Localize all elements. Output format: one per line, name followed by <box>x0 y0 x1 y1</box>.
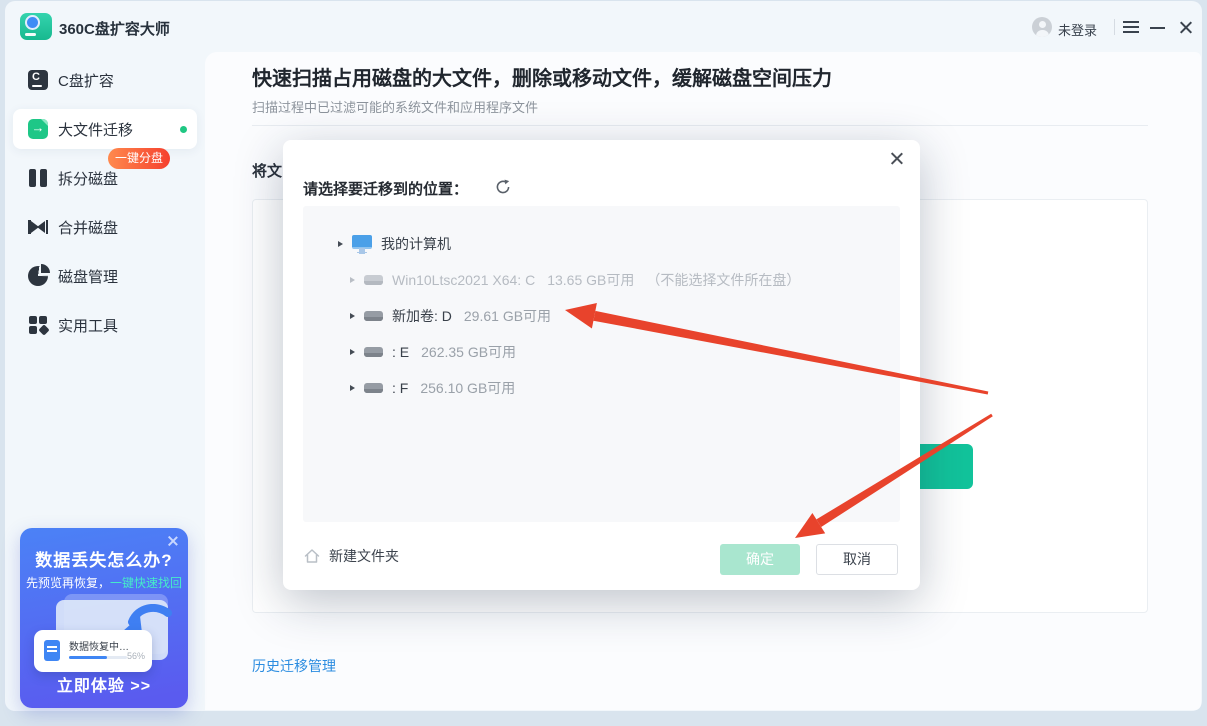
sidebar-item-merge-disk[interactable]: 合并磁盘 <box>13 207 197 247</box>
confirm-button[interactable]: 确定 <box>720 544 800 575</box>
tree-row-label: : F <box>392 380 408 396</box>
minimize-icon[interactable] <box>1150 27 1165 29</box>
tree-row-label: : E <box>392 344 409 360</box>
progress-percent: 56% <box>127 651 145 661</box>
tree-row-my-computer[interactable]: 我的计算机 <box>303 226 900 262</box>
refresh-icon[interactable] <box>495 179 511 195</box>
merge-disk-icon <box>28 217 48 237</box>
history-migration-link[interactable]: 历史迁移管理 <box>252 656 336 676</box>
dialog-close-icon[interactable] <box>889 151 904 166</box>
page-title: 快速扫描占用磁盘的大文件，删除或移动文件，缓解磁盘空间压力 <box>252 62 832 91</box>
data-recovery-promo-card[interactable]: 数据丢失怎么办? 先预览再恢复，一键快速找回 数据恢复中… 56% 立即体验 >… <box>20 528 188 708</box>
expander-icon[interactable] <box>350 349 355 355</box>
one-key-partition-badge: 一键分盘 <box>108 148 170 169</box>
expander-icon[interactable] <box>350 385 355 391</box>
app-logo-icon <box>20 13 52 40</box>
dialog-title: 请选择要迁移到的位置： <box>303 178 468 199</box>
hard-drive-icon <box>364 311 383 321</box>
computer-monitor-icon <box>352 235 372 253</box>
tree-row-label: 我的计算机 <box>381 234 451 254</box>
tree-row-size: 262.35 GB可用 <box>421 342 516 362</box>
c-drive-icon: C <box>28 70 48 90</box>
hard-drive-icon <box>364 383 383 393</box>
tree-row-drive-c[interactable]: Win10Ltsc2021 X64: C 13.65 GB可用 （不能选择文件所… <box>303 262 900 298</box>
sidebar-item-split-disk[interactable]: 拆分磁盘 <box>13 158 197 198</box>
progress-bar <box>69 656 127 659</box>
promo-cta-button[interactable]: 立即体验 >> <box>20 672 188 696</box>
titlebar-divider <box>1114 19 1115 35</box>
drive-tree-panel: 我的计算机 Win10Ltsc2021 X64: C 13.65 GB可用 （不… <box>303 206 900 522</box>
login-status[interactable]: 未登录 <box>1058 20 1097 39</box>
tree-row-size: 256.10 GB可用 <box>420 378 515 398</box>
recovery-label: 数据恢复中… <box>69 638 129 653</box>
tree-row-size: 13.65 GB可用 <box>547 270 634 290</box>
tools-grid-icon <box>28 315 48 335</box>
menu-icon[interactable] <box>1123 21 1139 23</box>
sidebar-item-label: 磁盘管理 <box>58 266 118 287</box>
tree-row-size: 29.61 GB可用 <box>464 306 551 326</box>
sidebar-item-big-file-migrate[interactable]: → 大文件迁移 <box>13 109 197 149</box>
promo-subtitle-highlight: 一键快速找回 <box>110 576 182 590</box>
new-folder-label: 新建文件夹 <box>329 546 399 566</box>
promo-title: 数据丢失怎么办? <box>20 546 188 571</box>
promo-subtitle: 先预览再恢复，一键快速找回 <box>20 574 188 591</box>
pie-chart-icon <box>28 266 48 286</box>
app-title: 360C盘扩容大师 <box>59 18 170 39</box>
sidebar-item-utilities[interactable]: 实用工具 <box>13 305 197 345</box>
sidebar-item-disk-manage[interactable]: 磁盘管理 <box>13 256 197 296</box>
divider <box>252 125 1148 126</box>
sidebar-item-label: 合并磁盘 <box>58 217 118 238</box>
tree-row-drive-f[interactable]: : F 256.10 GB可用 <box>303 370 900 406</box>
page-subtitle: 扫描过程中已过滤可能的系统文件和应用程序文件 <box>252 97 538 116</box>
document-icon <box>44 640 60 661</box>
sidebar-item-label: 拆分磁盘 <box>58 168 118 189</box>
expander-icon[interactable] <box>350 313 355 319</box>
cancel-button[interactable]: 取消 <box>816 544 898 575</box>
sidebar-item-label: C盘扩容 <box>58 70 114 91</box>
home-icon <box>303 547 321 565</box>
tree-row-drive-e[interactable]: : E 262.35 GB可用 <box>303 334 900 370</box>
hard-drive-icon <box>364 347 383 357</box>
close-icon[interactable] <box>1177 19 1194 36</box>
split-disk-icon <box>28 168 48 188</box>
clipped-section-label: 将文 <box>252 160 282 181</box>
sidebar-item-label: 大文件迁移 <box>58 119 133 140</box>
migrate-file-icon: → <box>28 119 48 139</box>
notification-dot <box>180 126 187 133</box>
recovery-progress-card: 数据恢复中… 56% <box>34 630 152 672</box>
app-window: 360C盘扩容大师 未登录 C C盘扩容 → 大文件迁移 一键分盘 拆分磁盘 合… <box>0 0 1207 726</box>
hard-drive-icon <box>364 275 383 285</box>
select-location-dialog: 请选择要迁移到的位置： 我的计算机 Win10Ltsc2021 X64: C 1… <box>283 140 920 590</box>
expander-icon[interactable] <box>338 241 343 247</box>
expander-icon[interactable] <box>350 277 355 283</box>
sidebar-item-c-drive-expand[interactable]: C C盘扩容 <box>13 60 197 100</box>
tree-row-label: 新加卷: D <box>392 306 452 326</box>
new-folder-button[interactable]: 新建文件夹 <box>303 546 399 566</box>
tree-row-label: Win10Ltsc2021 X64: C <box>392 272 535 288</box>
user-avatar-icon[interactable] <box>1032 17 1052 37</box>
tree-row-note: （不能选择文件所在盘） <box>646 270 800 290</box>
sidebar-item-label: 实用工具 <box>58 315 118 336</box>
tree-row-drive-d[interactable]: 新加卷: D 29.61 GB可用 <box>303 298 900 334</box>
